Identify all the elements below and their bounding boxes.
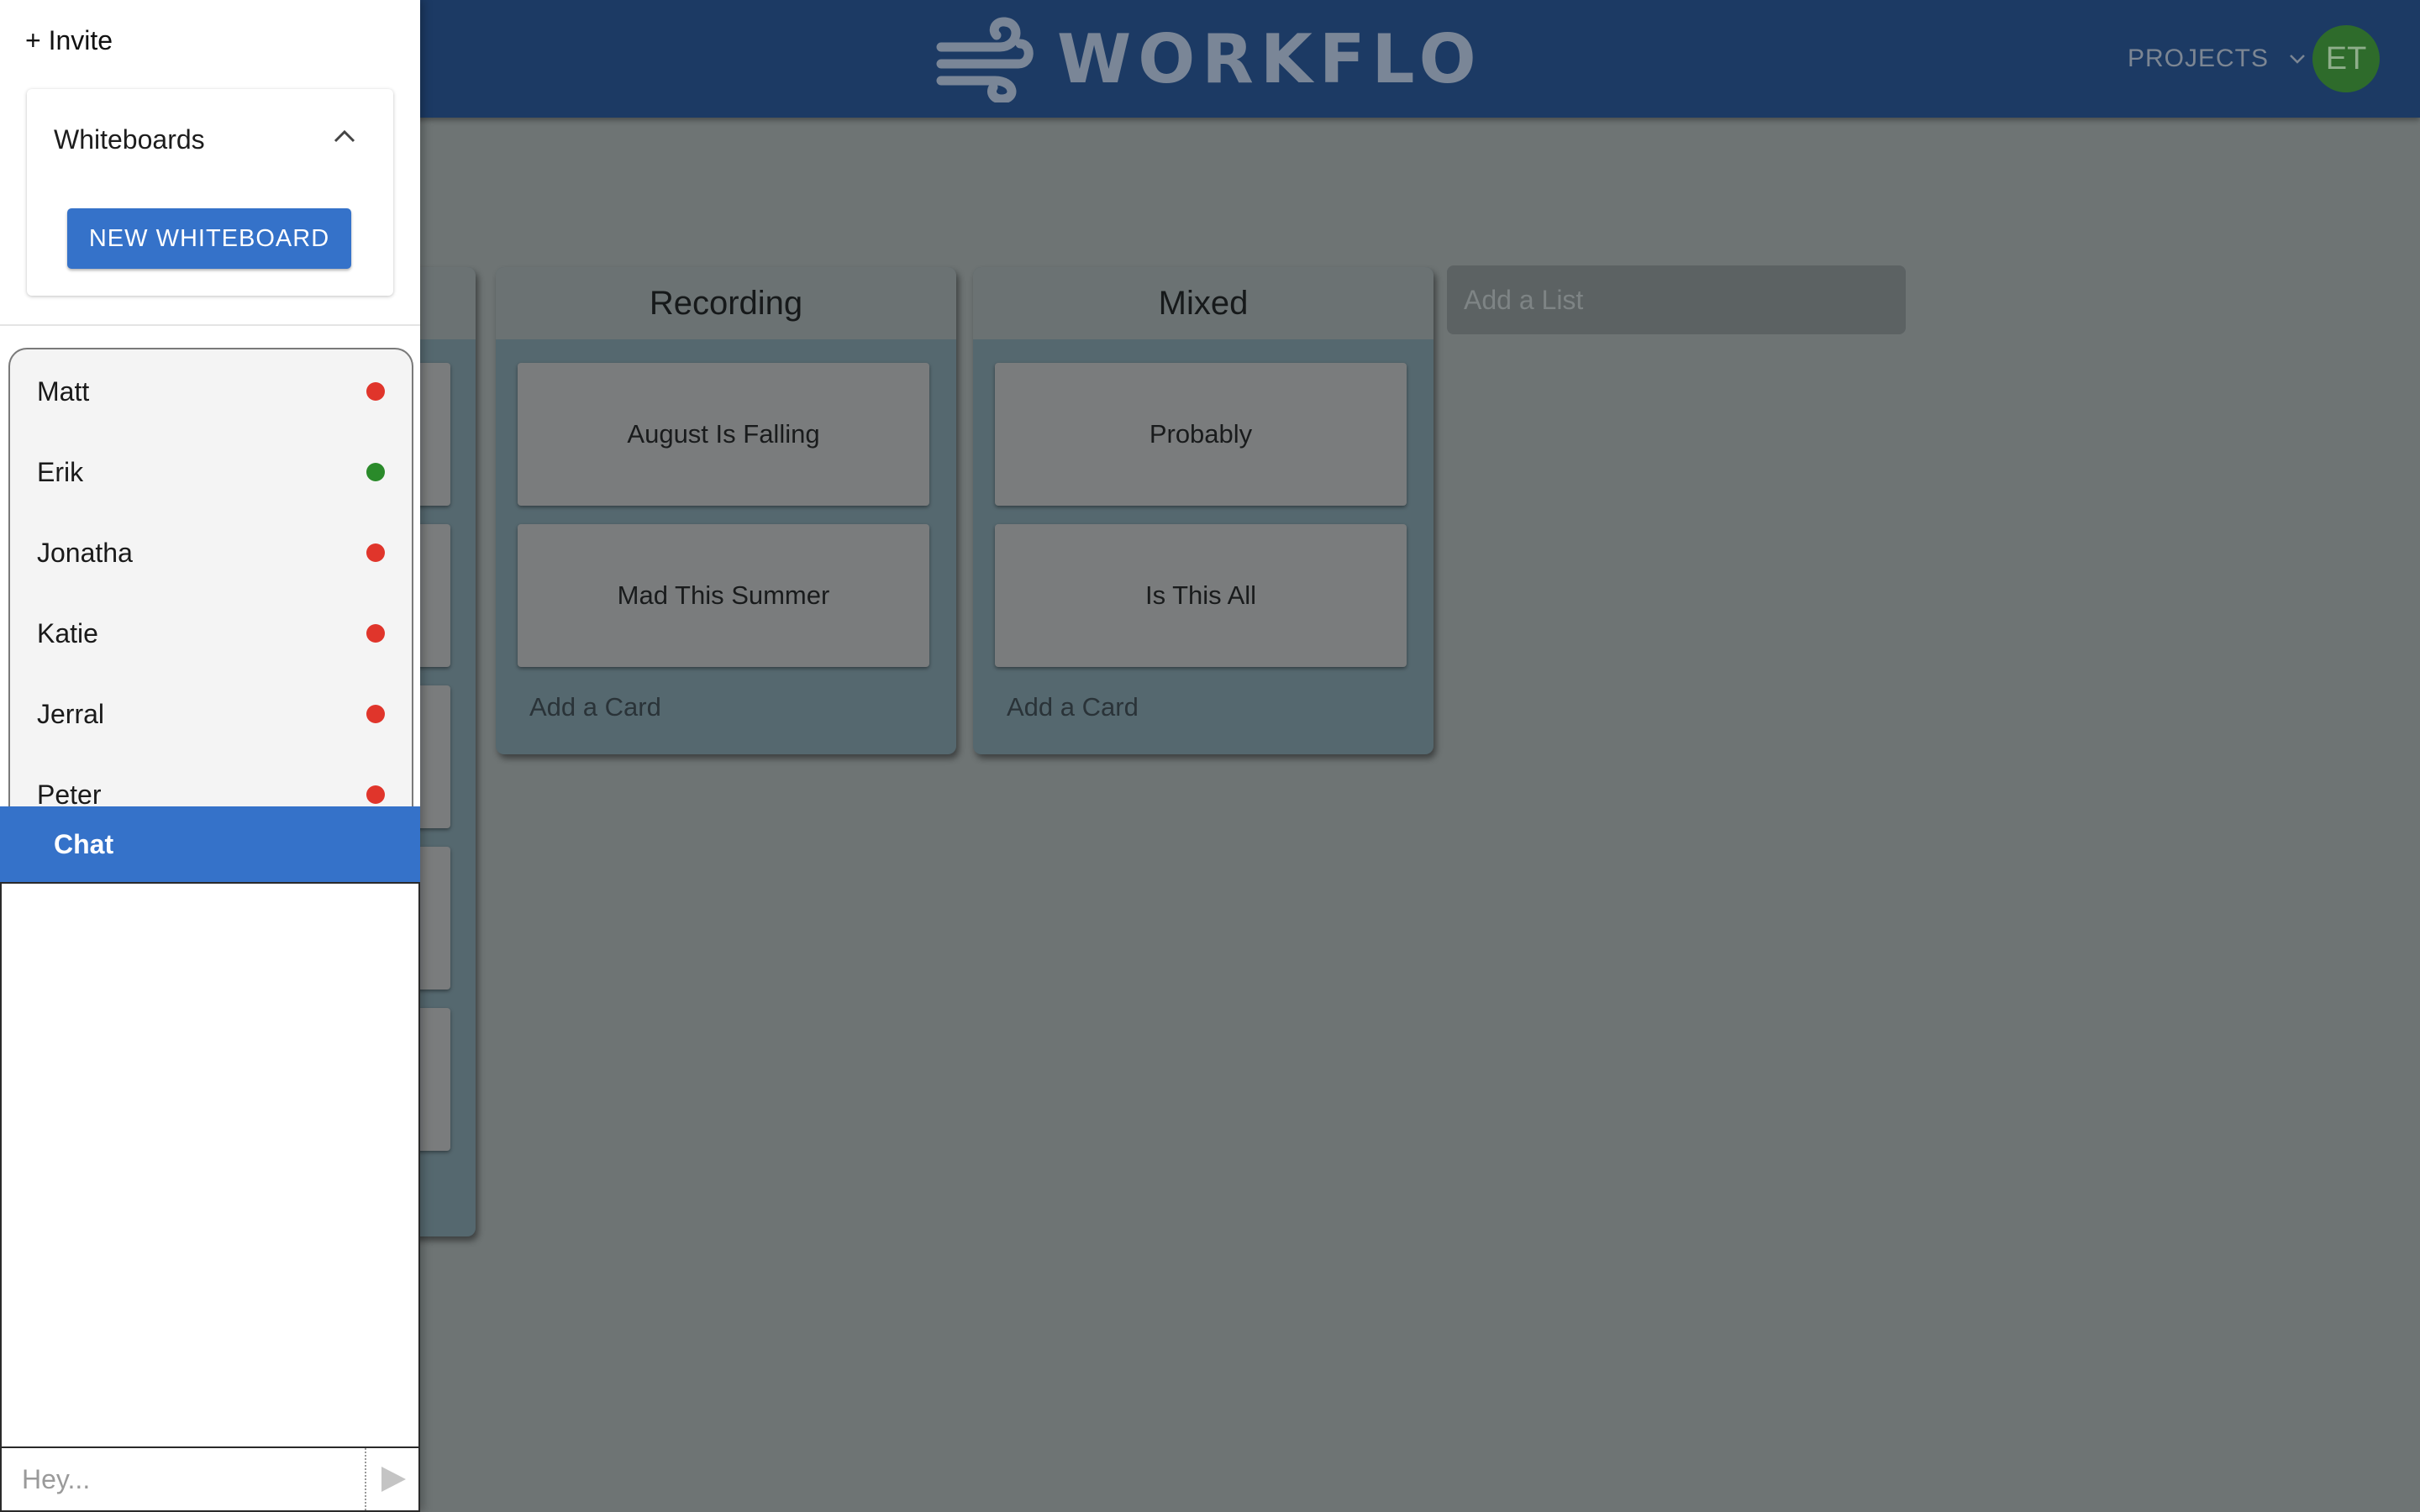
user-name: Jerral (37, 698, 105, 729)
status-offline-dot (366, 785, 385, 804)
chat-messages (0, 882, 420, 1448)
add-list-input[interactable]: Add a List (1447, 265, 1906, 334)
card[interactable]: Is This All (995, 524, 1407, 667)
user-name: Erik (37, 456, 84, 487)
user-name: Katie (37, 617, 98, 648)
list-title[interactable]: Recording (496, 267, 956, 339)
wind-logo-icon (936, 17, 1034, 102)
user-item[interactable]: Jonatha (37, 528, 398, 578)
chevron-down-icon (2290, 55, 2305, 64)
status-online-dot (366, 463, 385, 481)
projects-menu[interactable]: PROJECTS (2128, 40, 2306, 77)
card[interactable]: Probably (995, 363, 1407, 506)
user-list[interactable]: Matt Erik Jonatha Katie Jerral Peter (8, 348, 413, 810)
status-offline-dot (366, 382, 385, 401)
new-whiteboard-button[interactable]: NEW WHITEBOARD (67, 208, 351, 269)
sidebar-drawer: + Invite Whiteboards NEW WHITEBOARD Matt… (0, 0, 420, 1512)
send-button[interactable] (365, 1448, 420, 1510)
status-offline-dot (366, 624, 385, 643)
card[interactable]: August Is Falling (518, 363, 929, 506)
chat-header[interactable]: Chat (0, 806, 420, 882)
whiteboards-title[interactable]: Whiteboards (54, 124, 205, 155)
user-item[interactable]: Katie (37, 608, 398, 659)
chat-input[interactable] (3, 1450, 363, 1509)
add-card-button[interactable]: Add a Card (529, 692, 661, 722)
user-item[interactable]: Erik (37, 447, 398, 497)
add-card-button[interactable]: Add a Card (1007, 692, 1139, 722)
user-name: Jonatha (37, 537, 133, 568)
user-avatar[interactable]: ET (2312, 25, 2380, 92)
projects-label: PROJECTS (2128, 45, 2270, 72)
chevron-up-icon[interactable] (333, 128, 356, 144)
user-item[interactable]: Jerral (37, 689, 398, 739)
user-item[interactable]: Peter (37, 769, 398, 810)
user-name: Matt (37, 375, 90, 407)
invite-button[interactable]: + Invite (25, 25, 113, 56)
list-mixed: Mixed Probably Is This All Add a Card (973, 267, 1434, 754)
card[interactable]: Mad This Summer (518, 524, 929, 667)
list-recording: Recording August Is Falling Mad This Sum… (496, 267, 956, 754)
user-name: Peter (37, 779, 102, 810)
send-icon (381, 1467, 406, 1492)
status-offline-dot (366, 543, 385, 562)
list-title[interactable]: Mixed (973, 267, 1434, 339)
status-offline-dot (366, 705, 385, 723)
whiteboards-panel: Whiteboards NEW WHITEBOARD (27, 89, 393, 296)
logo-wordmark: WORKFLO (1057, 19, 1483, 98)
divider (0, 324, 420, 326)
chat-input-row (0, 1446, 420, 1512)
user-item[interactable]: Matt (37, 366, 398, 417)
app-logo[interactable]: WORKFLO (934, 12, 1483, 106)
